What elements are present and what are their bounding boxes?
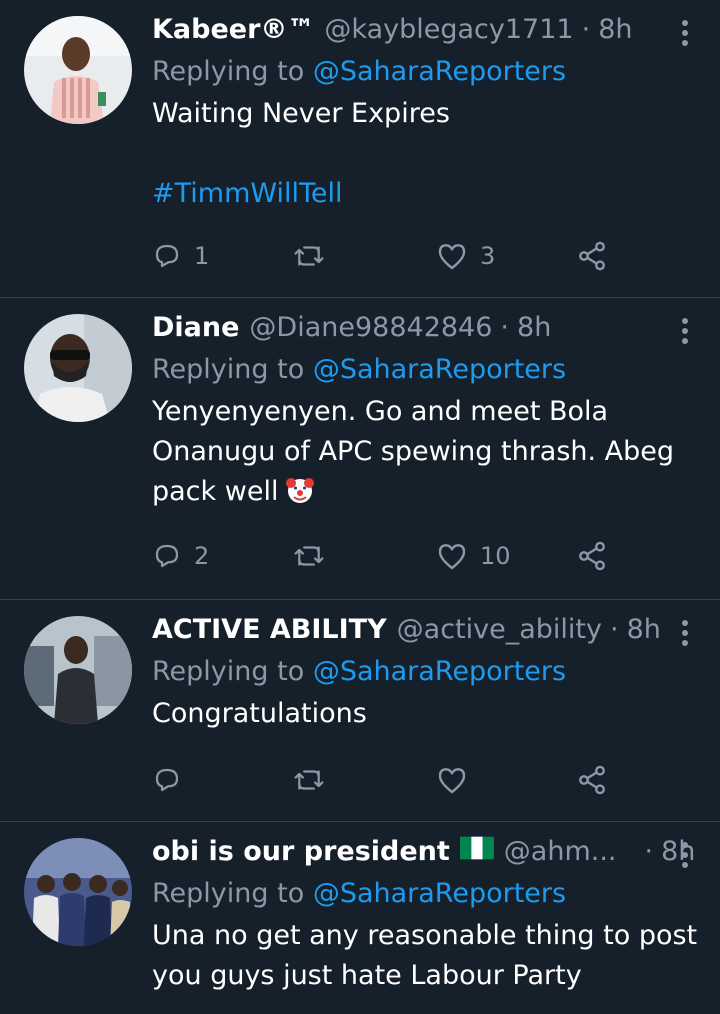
user-handle[interactable]: @ahm... (504, 834, 617, 870)
tweet-text-content: Congratulations (152, 698, 367, 729)
like-icon (438, 544, 466, 570)
tweet-text-content: Waiting Never Expires (152, 98, 450, 129)
tweet-header: Diane @Diane98842846 · 8h (152, 310, 700, 346)
like-button[interactable]: 10 (436, 541, 511, 571)
separator-dot: · (500, 312, 510, 343)
avatar[interactable] (24, 314, 132, 422)
share-icon (579, 541, 605, 571)
mention-link[interactable]: @SaharaReporters (313, 354, 566, 385)
action-bar (152, 760, 620, 800)
more-icon[interactable] (678, 18, 692, 48)
like-button[interactable] (436, 765, 480, 795)
display-name[interactable]: obi is our president (152, 834, 450, 870)
separator-dot: · (581, 14, 591, 45)
tweet[interactable]: ACTIVE ABILITY @active_ability · 8h Repl… (0, 600, 720, 822)
separator-dot: · (609, 614, 619, 645)
avatar-container (24, 16, 132, 297)
replying-prefix: Replying to (152, 656, 313, 687)
replying-prefix: Replying to (152, 354, 313, 385)
like-count: 3 (480, 242, 496, 270)
share-icon (579, 241, 605, 271)
timestamp[interactable]: 8h (598, 12, 632, 48)
user-handle[interactable]: @active_ability (397, 612, 602, 648)
reply-icon (155, 544, 179, 568)
timestamp[interactable]: 8h (517, 310, 551, 346)
tweet-header: obi is our president @ahm... · 8h (152, 834, 700, 870)
retweet-icon (294, 770, 324, 790)
avatar[interactable] (24, 838, 132, 946)
clown-emoji (286, 478, 315, 503)
retweet-button[interactable] (292, 765, 338, 795)
more-icon[interactable] (678, 618, 692, 648)
retweet-icon (294, 246, 324, 266)
tweet-text-content: Una no get any reasonable thing to post … (152, 920, 698, 991)
tweet[interactable]: Kabeer®™ @kayblegacy1711 · 8h Replying t… (0, 0, 720, 298)
replying-to: Replying to @SaharaReporters (152, 652, 700, 692)
avatar[interactable] (24, 616, 132, 724)
tweet-body: obi is our president @ahm... · 8h Replyi… (152, 836, 700, 1014)
reply-icon (155, 768, 179, 792)
share-icon (579, 765, 605, 795)
tweet-text: Waiting Never Expires #TimmWillTell (152, 94, 700, 214)
tweet-header: Kabeer®™ @kayblegacy1711 · 8h (152, 12, 700, 48)
share-button[interactable] (576, 540, 608, 572)
share-button[interactable] (576, 764, 608, 796)
like-count: 10 (480, 542, 511, 570)
replying-to: Replying to @SaharaReporters (152, 52, 700, 92)
replying-prefix: Replying to (152, 878, 313, 909)
retweet-icon (294, 546, 324, 566)
reply-button[interactable] (152, 765, 194, 795)
display-name[interactable]: Kabeer®™ (152, 12, 314, 48)
avatar-container (24, 838, 132, 1014)
avatar[interactable] (24, 16, 132, 124)
tweet-text: Yenyenyenyen. Go and meet Bola Onanugu o… (152, 392, 700, 512)
more-icon[interactable] (678, 840, 692, 870)
hashtag-link[interactable]: #TimmWillTell (152, 174, 700, 214)
like-button[interactable]: 3 (436, 241, 495, 271)
reply-count: 2 (194, 542, 210, 570)
retweet-button[interactable] (292, 241, 338, 271)
tweet[interactable]: Diane @Diane98842846 · 8h Replying to @S… (0, 298, 720, 600)
more-icon[interactable] (678, 316, 692, 346)
like-icon (438, 244, 466, 270)
mention-link[interactable]: @SaharaReporters (313, 56, 566, 87)
separator-dot: · (644, 836, 654, 867)
mention-link[interactable]: @SaharaReporters (313, 656, 566, 687)
retweet-button[interactable] (292, 541, 338, 571)
tweet-text-content: Yenyenyenyen. Go and meet Bola Onanugu o… (152, 396, 675, 507)
reply-feed: Kabeer®™ @kayblegacy1711 · 8h Replying t… (0, 0, 720, 1014)
reply-count: 1 (194, 242, 210, 270)
reply-button[interactable]: 2 (152, 541, 209, 571)
tweet-text: Congratulations (152, 694, 700, 734)
mention-link[interactable]: @SaharaReporters (313, 878, 566, 909)
share-button[interactable] (576, 240, 608, 272)
like-icon (438, 768, 466, 794)
replying-prefix: Replying to (152, 56, 313, 87)
timestamp[interactable]: 8h (627, 612, 661, 648)
user-handle[interactable]: @Diane98842846 (249, 310, 492, 346)
tweet-header: ACTIVE ABILITY @active_ability · 8h (152, 612, 700, 648)
tweet[interactable]: obi is our president @ahm... · 8h Replyi… (0, 822, 720, 1014)
user-handle[interactable]: @kayblegacy1711 (324, 12, 573, 48)
nigeria-flag (459, 836, 494, 860)
replying-to: Replying to @SaharaReporters (152, 874, 700, 914)
avatar-container (24, 314, 132, 599)
action-bar: 2 10 (152, 536, 620, 576)
reply-icon (155, 244, 179, 268)
display-name[interactable]: ACTIVE ABILITY (152, 612, 387, 648)
tweet-text: Una no get any reasonable thing to post … (152, 916, 700, 996)
action-bar: 1 3 (152, 236, 620, 276)
display-name[interactable]: Diane (152, 310, 239, 346)
avatar-container (24, 616, 132, 821)
reply-button[interactable]: 1 (152, 241, 209, 271)
replying-to: Replying to @SaharaReporters (152, 350, 700, 390)
